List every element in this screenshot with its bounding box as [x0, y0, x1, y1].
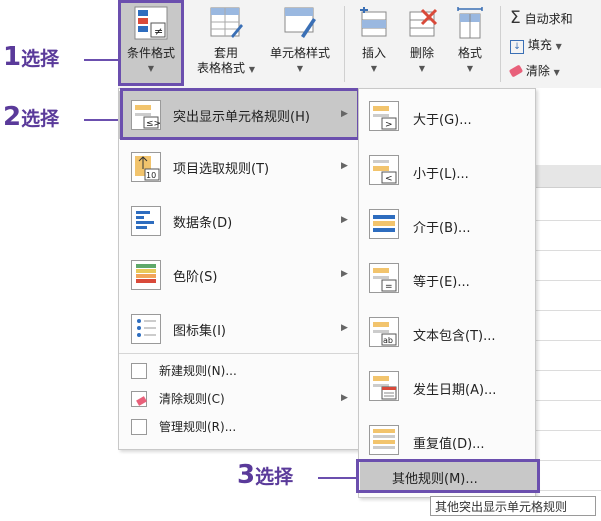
sigma-icon: Σ: [510, 8, 521, 28]
menu-item-new-rule[interactable]: 新建规则(N)...: [119, 359, 359, 383]
submenu-item-between[interactable]: 介于(B)...: [359, 199, 535, 251]
step-1-leader: [84, 59, 122, 61]
menu-item-data-bars[interactable]: 数据条(D) ▶: [119, 197, 359, 245]
ribbon-separator: [500, 6, 501, 82]
step-2-leader: [84, 119, 122, 121]
format-icon: [448, 6, 492, 44]
icon-sets-icon: [131, 314, 161, 344]
greater-than-icon: >: [369, 101, 399, 131]
submenu-item-less-than[interactable]: < 小于(L)...: [359, 145, 535, 197]
data-bars-icon: [131, 206, 161, 236]
autosum-button[interactable]: Σ 自动求和: [510, 8, 573, 28]
menu-item-color-scales[interactable]: 色阶(S) ▶: [119, 251, 359, 299]
submenu-arrow-icon: ▶: [341, 215, 348, 225]
svg-text:ab: ab: [383, 336, 393, 345]
top-bottom-rules-icon: 10: [131, 152, 161, 182]
ribbon-separator: [344, 6, 345, 82]
svg-text:=: =: [385, 282, 393, 292]
highlight-rules-submenu: > 大于(G)... < 小于(L)... 介于(B)... = 等于(E)..…: [358, 88, 536, 498]
step-3-callout: 3选择: [237, 460, 294, 490]
cell-styles-button[interactable]: 单元格样式 ▼: [260, 2, 340, 76]
date-occurring-icon: [369, 371, 399, 401]
new-rule-icon: [131, 363, 147, 379]
table-format-button[interactable]: 套用 表格格式 ▼: [194, 2, 258, 77]
submenu-arrow-icon: ▶: [341, 393, 348, 403]
menu-divider: [119, 353, 359, 354]
menu-item-clear-rules[interactable]: 清除规则(C) ▶: [119, 387, 359, 411]
menu-item-top-bottom-rules[interactable]: 10 项目选取规则(T) ▶: [119, 143, 359, 191]
color-scales-icon: [131, 260, 161, 290]
conditional-format-menu: ≤> 突出显示单元格规则(H) ▶ 10 项目选取规则(T) ▶ 数据条(D) …: [118, 88, 360, 450]
step-2-callout: 2选择: [3, 102, 60, 132]
insert-icon: [352, 6, 396, 44]
submenu-arrow-icon: ▶: [341, 161, 348, 171]
clear-rules-icon: [131, 391, 147, 407]
fill-down-icon: ↓: [510, 40, 524, 54]
menu-item-icon-sets[interactable]: 图标集(I) ▶: [119, 305, 359, 353]
submenu-item-equal-to[interactable]: = 等于(E)...: [359, 253, 535, 305]
step-3-leader: [318, 477, 356, 479]
duplicate-values-icon: [369, 425, 399, 455]
submenu-item-date-occurring[interactable]: 发生日期(A)...: [359, 361, 535, 413]
submenu-item-text-contains[interactable]: ab 文本包含(T)...: [359, 307, 535, 359]
menu-item-manage-rules[interactable]: 管理规则(R)...: [119, 415, 359, 439]
svg-text:>: >: [385, 120, 393, 130]
text-contains-icon: ab: [369, 317, 399, 347]
less-than-icon: <: [369, 155, 399, 185]
delete-icon: [400, 6, 444, 44]
insert-button[interactable]: 插入 ▼: [352, 2, 396, 76]
submenu-arrow-icon: ▶: [341, 269, 348, 279]
clear-button[interactable]: 清除 ▼: [508, 62, 560, 79]
ribbon: ≠ 条件格式 ▼ 套用 表格格式 ▼ 单元格样式 ▼ 插入 ▼ 删除 ▼ 格式 …: [118, 0, 601, 89]
tooltip: 其他突出显示单元格规则: [430, 496, 596, 516]
step-1-frame: [118, 0, 184, 86]
delete-button[interactable]: 删除 ▼: [400, 2, 444, 76]
between-icon: [369, 209, 399, 239]
step-1-callout: 1选择: [3, 42, 60, 72]
eraser-icon: [508, 64, 524, 78]
submenu-arrow-icon: ▶: [341, 323, 348, 333]
format-button[interactable]: 格式 ▼: [448, 2, 492, 76]
svg-text:<: <: [385, 174, 393, 184]
equal-to-icon: =: [369, 263, 399, 293]
step-3-frame: [356, 459, 540, 493]
manage-rules-icon: [131, 419, 147, 435]
cell-styles-icon: [260, 6, 340, 44]
svg-text:10: 10: [146, 171, 156, 180]
table-format-icon: [194, 6, 258, 44]
fill-button[interactable]: ↓ 填充 ▼: [510, 36, 562, 54]
step-2-frame: [120, 88, 360, 140]
submenu-item-greater-than[interactable]: > 大于(G)...: [359, 91, 535, 143]
